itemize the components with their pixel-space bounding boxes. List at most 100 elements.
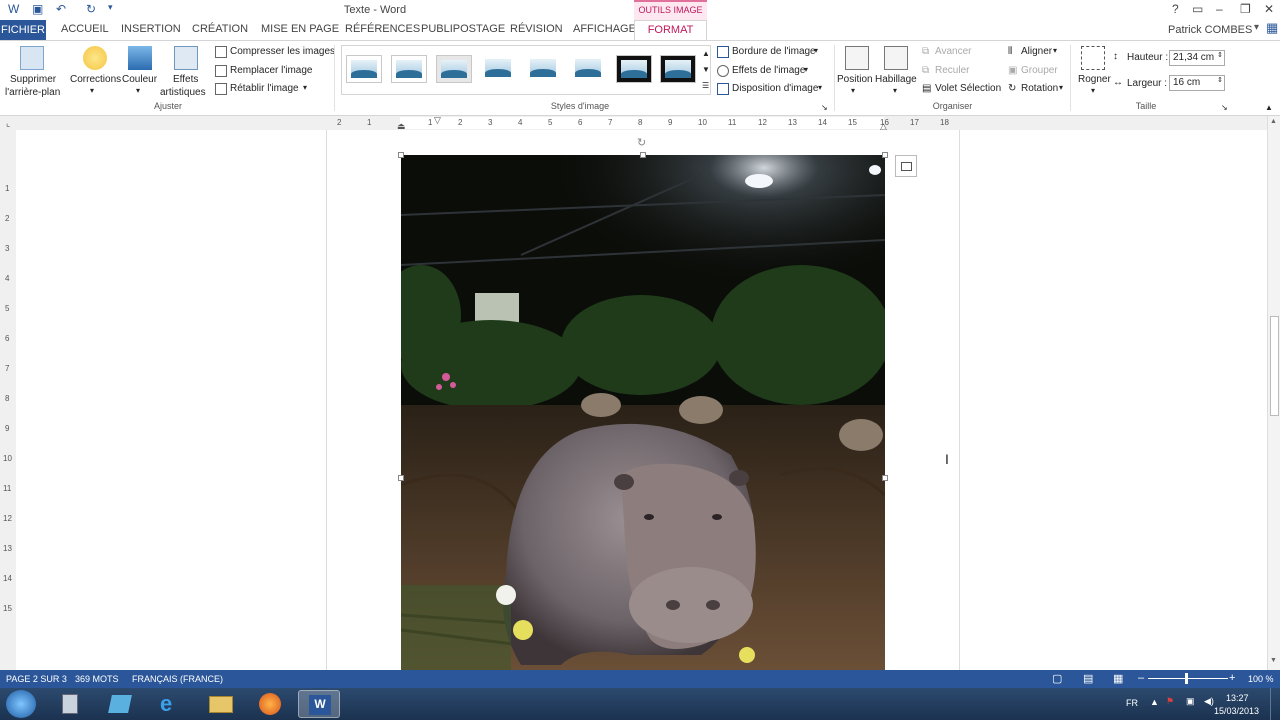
scrollbar-thumb[interactable] [1270, 316, 1279, 416]
height-spin-icon[interactable]: ⇕ [1217, 51, 1223, 59]
corrections-button[interactable]: Corrections [70, 74, 121, 85]
scroll-down-icon[interactable]: ▼ [1270, 657, 1277, 664]
reset-image-button[interactable]: Rétablir l'image [230, 83, 299, 94]
taskbar-calculator[interactable] [50, 690, 92, 718]
tab-format[interactable]: FORMAT [634, 20, 707, 41]
gallery-scroll-down-icon[interactable]: ▼ [702, 65, 710, 74]
chevron-down-icon[interactable]: ▾ [1091, 86, 1095, 95]
web-layout-icon[interactable]: ▦ [1113, 672, 1123, 685]
read-mode-icon[interactable]: ▢ [1052, 672, 1062, 685]
horizontal-ruler[interactable]: ⌞ 2 1 1 2 3 4 5 6 7 8 9 10 11 12 13 14 1… [0, 115, 1267, 131]
layout-options-button[interactable] [895, 155, 917, 177]
tab-selector-icon[interactable]: ⌞ [6, 118, 10, 129]
chevron-down-icon[interactable]: ▾ [1053, 46, 1057, 55]
gallery-more-icon[interactable]: ☰ [702, 81, 709, 90]
wrap-text-button[interactable]: Habillage [875, 74, 917, 85]
resize-handle-left[interactable] [398, 475, 404, 481]
ribbon-display-icon[interactable]: ▭ [1192, 2, 1203, 16]
action-center-icon[interactable]: ⚑ [1166, 696, 1174, 707]
resize-handle-top-left[interactable] [398, 152, 404, 158]
tab-affichage[interactable]: AFFICHAGE [573, 23, 636, 35]
picture-style-8[interactable] [660, 55, 696, 83]
rotate-handle-icon[interactable]: ↻ [637, 136, 646, 149]
picture-style-7[interactable] [616, 55, 652, 83]
tab-mise-en-page[interactable]: MISE EN PAGE [261, 23, 339, 35]
language-indicator[interactable]: FRANÇAIS (FRANCE) [132, 674, 223, 684]
tab-fichier[interactable]: FICHIER [0, 20, 46, 41]
chevron-down-icon[interactable]: ▾ [818, 83, 822, 92]
tab-references[interactable]: RÉFÉRENCES [345, 23, 420, 35]
compress-images-button[interactable]: Compresser les images [230, 46, 335, 57]
picture-effects-button[interactable]: Effets de l'image [732, 65, 805, 76]
input-language[interactable]: FR [1126, 698, 1138, 708]
first-line-indent-marker-icon[interactable]: ▽ [434, 115, 441, 126]
align-button[interactable]: Aligner [1021, 46, 1052, 57]
dialog-launcher-icon[interactable]: ↘ [821, 103, 828, 112]
group-button[interactable]: Grouper [1021, 65, 1058, 76]
collapse-ribbon-icon[interactable]: ▲ [1265, 103, 1273, 112]
artistic-effects-button[interactable]: Effets [173, 74, 198, 85]
chevron-down-icon[interactable]: ▾ [1059, 83, 1063, 92]
hippopotamus-photo[interactable] [401, 155, 885, 670]
taskbar-internet-explorer[interactable]: e [150, 690, 192, 718]
zoom-in-icon[interactable]: + [1229, 672, 1235, 684]
zoom-out-icon[interactable]: – [1138, 672, 1144, 684]
start-button[interactable] [6, 690, 36, 718]
picture-style-3[interactable] [436, 55, 472, 83]
selection-pane-button[interactable]: Volet Sélection [935, 83, 1001, 94]
tab-creation[interactable]: CRÉATION [192, 23, 248, 35]
rotate-button[interactable]: Rotation [1021, 83, 1058, 94]
picture-style-1[interactable] [346, 55, 382, 83]
chevron-down-icon[interactable]: ▾ [851, 86, 855, 95]
send-backward-button[interactable]: Reculer [935, 65, 969, 76]
taskbar-explorer[interactable] [200, 690, 242, 718]
resize-handle-right[interactable] [882, 475, 888, 481]
tab-accueil[interactable]: ACCUEIL [61, 23, 109, 35]
remove-background-button[interactable]: Supprimer [10, 74, 56, 85]
resize-handle-top-right[interactable] [882, 152, 888, 158]
dialog-launcher-icon[interactable]: ↘ [1221, 103, 1228, 112]
zoom-slider[interactable] [1148, 678, 1228, 679]
chevron-down-icon[interactable]: ▾ [814, 46, 818, 55]
crop-button[interactable]: Rogner [1078, 74, 1111, 85]
volume-icon[interactable]: ◀) [1204, 696, 1214, 707]
network-icon[interactable]: ▣ [1186, 696, 1195, 707]
scroll-up-icon[interactable]: ▲ [1270, 118, 1277, 125]
picture-style-4[interactable] [481, 55, 517, 83]
chevron-down-icon[interactable]: ▾ [303, 83, 307, 92]
picture-style-2[interactable] [391, 55, 427, 83]
user-name[interactable]: Patrick COMBES [1168, 24, 1252, 36]
position-button[interactable]: Position [837, 74, 873, 85]
minimize-icon[interactable]: – [1216, 2, 1223, 16]
picture-style-6[interactable] [571, 55, 607, 83]
vertical-scrollbar[interactable]: ▲ ▼ [1267, 116, 1280, 670]
width-spin-icon[interactable]: ⇕ [1217, 76, 1223, 84]
print-layout-icon[interactable]: ▤ [1083, 672, 1093, 685]
close-icon[interactable]: ✕ [1264, 2, 1274, 16]
gallery-scroll-up-icon[interactable]: ▲ [702, 49, 710, 58]
picture-style-5[interactable] [526, 55, 562, 83]
replace-image-button[interactable]: Remplacer l'image [230, 65, 313, 76]
color-button[interactable]: Couleur [122, 74, 157, 85]
tab-revision[interactable]: RÉVISION [510, 23, 563, 35]
avatar[interactable]: ▦ [1266, 20, 1278, 36]
resize-handle-top[interactable] [640, 152, 646, 158]
tab-insertion[interactable]: INSERTION [121, 23, 181, 35]
taskbar-app[interactable] [100, 690, 142, 718]
clock-date[interactable]: 15/03/2013 [1214, 706, 1259, 716]
restore-icon[interactable]: ❐ [1240, 2, 1251, 16]
zoom-slider-thumb[interactable] [1185, 673, 1188, 684]
vertical-ruler[interactable]: 1 2 3 4 5 6 7 8 9 10 11 12 13 14 15 [0, 130, 16, 670]
chevron-down-icon[interactable]: ▾ [893, 86, 897, 95]
taskbar-word[interactable]: W [298, 690, 340, 718]
bring-forward-button[interactable]: Avancer [935, 46, 972, 57]
chevron-down-icon[interactable]: ▾ [136, 86, 140, 95]
chevron-down-icon[interactable]: ▾ [804, 65, 808, 74]
taskbar-firefox[interactable] [250, 690, 292, 718]
page-indicator[interactable]: PAGE 2 SUR 3 [6, 674, 67, 684]
picture-border-button[interactable]: Bordure de l'image [732, 46, 816, 57]
picture-layout-button[interactable]: Disposition d'image [732, 83, 818, 94]
help-icon[interactable]: ? [1172, 2, 1179, 16]
word-count[interactable]: 369 MOTS [75, 674, 119, 684]
show-hidden-icons-icon[interactable]: ▲ [1150, 697, 1159, 707]
